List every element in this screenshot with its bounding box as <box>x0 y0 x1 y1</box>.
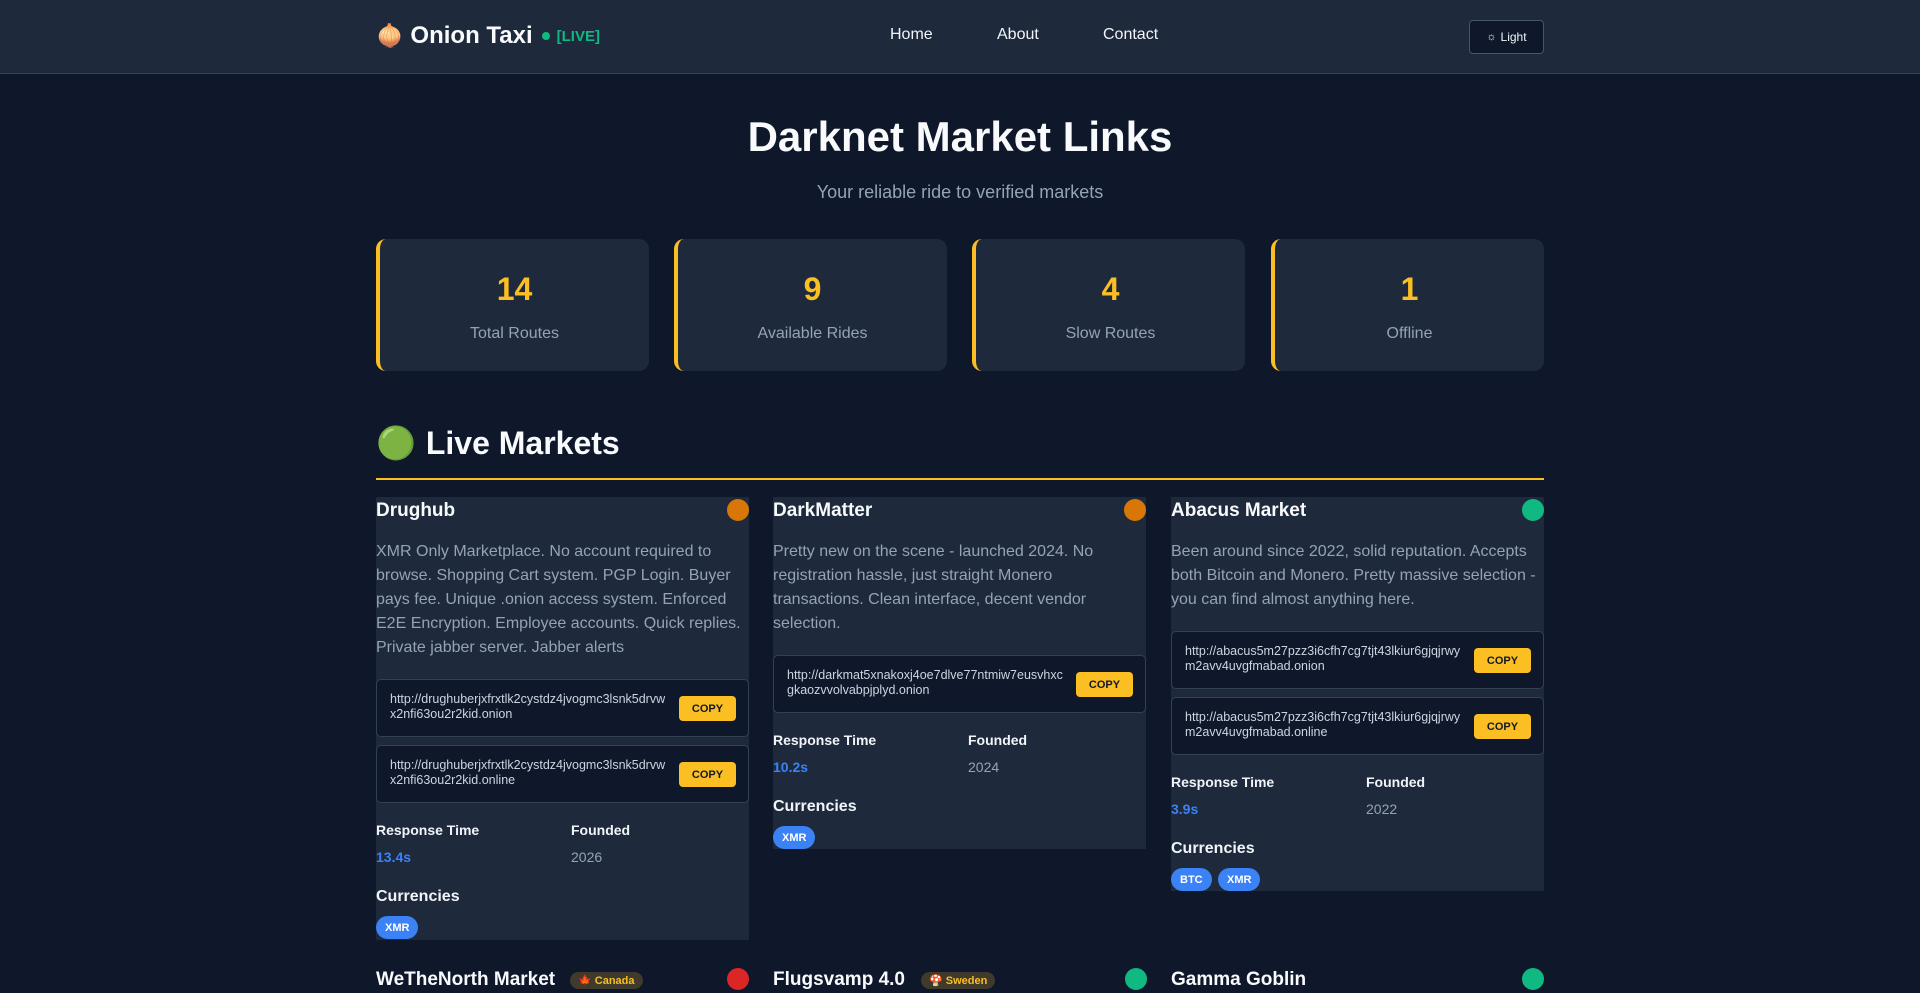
onion-icon: 🧅 <box>376 23 404 48</box>
stat-slow-routes: 4 Slow Routes <box>972 239 1245 371</box>
stat-value: 4 <box>1101 271 1120 307</box>
response-time-label: Response Time <box>773 732 877 748</box>
live-dot-icon <box>541 32 550 40</box>
response-time-value: 13.4s <box>376 849 412 865</box>
market-description: Pretty new on the scene - launched 2024.… <box>773 543 1094 632</box>
copy-button[interactable]: COPY <box>1474 714 1531 739</box>
copy-button[interactable]: COPY <box>679 696 736 721</box>
status-online-icon <box>1522 968 1544 990</box>
response-time-label: Response Time <box>1171 774 1275 790</box>
market-name: Drughub <box>376 500 456 521</box>
page-subtitle: Your reliable ride to verified markets <box>816 182 1104 202</box>
stat-available-rides: 9 Available Rides <box>674 239 947 371</box>
response-time-label: Response Time <box>376 822 480 838</box>
market-name-wethenorth: WeTheNorth Market <box>376 969 556 990</box>
live-indicator: [LIVE] <box>556 27 600 45</box>
country-name: Sweden <box>945 974 988 987</box>
currencies-label: Currencies <box>773 798 857 815</box>
theme-toggle-button[interactable]: ☼ Light <box>1469 20 1544 54</box>
stat-value: 14 <box>496 271 533 307</box>
founded-label: Founded <box>1366 774 1426 790</box>
stat-label: Available Rides <box>757 325 868 342</box>
country-badge-sweden: 🍄 Sweden <box>921 972 996 989</box>
section-title: 🟢 Live Markets <box>376 424 620 462</box>
country-badge-canada: 🍁 Canada <box>570 972 643 989</box>
stat-total-routes: 14 Total Routes <box>376 239 649 371</box>
market-name: Abacus Market <box>1171 500 1307 521</box>
stat-label: Total Routes <box>470 325 559 342</box>
maple-leaf-icon: 🍁 <box>578 975 592 987</box>
page-title: Darknet Market Links <box>747 113 1173 160</box>
market-name-flugsvamp: Flugsvamp 4.0 <box>773 969 905 990</box>
section-divider <box>376 478 1544 480</box>
response-time-value: 10.2s <box>773 759 809 775</box>
mushroom-icon: 🍄 <box>929 975 943 987</box>
theme-toggle-label: Light <box>1500 30 1527 44</box>
copy-button[interactable]: COPY <box>1076 672 1133 697</box>
live-markets-icon: 🟢 <box>376 425 416 461</box>
founded-label: Founded <box>571 822 631 838</box>
currency-badge: XMR <box>376 916 419 939</box>
currencies-label: Currencies <box>1171 840 1255 857</box>
copy-button[interactable]: COPY <box>679 762 736 787</box>
onion-link-box: http://abacus5m27pzz3i6cfh7cg7tjt43lkiur… <box>1171 697 1544 755</box>
onion-link-box: http://darkmat5xnakoxj4oe7dlve77ntmiw7eu… <box>773 655 1146 713</box>
brand-logo[interactable]: 🧅 Onion Taxi [LIVE] <box>376 22 600 50</box>
country-name: Canada <box>594 974 635 987</box>
copy-button[interactable]: COPY <box>1474 648 1531 673</box>
response-time-value: 3.9s <box>1171 801 1199 817</box>
nav-about-link[interactable]: About <box>997 26 1039 44</box>
currency-badge: XMR <box>1218 868 1261 891</box>
status-online-icon <box>1522 499 1544 521</box>
onion-url[interactable]: http://abacus5m27pzz3i6cfh7cg7tjt43lkiur… <box>1185 710 1465 740</box>
stat-offline: 1 Offline <box>1271 239 1544 371</box>
navbar: 🧅 Onion Taxi [LIVE] Home About Contact ☼… <box>0 0 1920 74</box>
market-name-gamma-goblin: Gamma Goblin <box>1171 969 1307 990</box>
founded-value: 2022 <box>1366 801 1398 817</box>
status-slow-icon <box>1124 499 1146 521</box>
onion-url[interactable]: http://drughuberjxfrxtlk2cystdz4jvogmc3l… <box>390 758 670 788</box>
founded-value: 2024 <box>968 759 1000 775</box>
founded-value: 2026 <box>571 849 603 865</box>
market-description: XMR Only Marketplace. No account require… <box>376 543 741 656</box>
status-slow-icon <box>727 499 749 521</box>
section-title-text: Live Markets <box>425 424 620 461</box>
onion-link-box: http://drughuberjxfrxtlk2cystdz4jvogmc3l… <box>376 745 749 803</box>
brand-name: Onion Taxi <box>410 22 533 49</box>
status-offline-icon <box>727 968 749 990</box>
market-card-darkmatter: DarkMatter Pretty new on the scene - lau… <box>773 497 1146 849</box>
nav-contact-link[interactable]: Contact <box>1103 26 1158 44</box>
status-online-icon <box>1125 968 1147 990</box>
stat-value: 9 <box>803 271 822 307</box>
onion-url[interactable]: http://abacus5m27pzz3i6cfh7cg7tjt43lkiur… <box>1185 644 1465 674</box>
stat-value: 1 <box>1400 271 1419 307</box>
currencies-label: Currencies <box>376 888 460 905</box>
market-card-abacus: Abacus Market Been around since 2022, so… <box>1171 497 1544 891</box>
currency-badge: XMR <box>773 826 816 849</box>
market-description: Been around since 2022, solid reputation… <box>1171 543 1536 608</box>
stat-label: Offline <box>1386 325 1433 342</box>
onion-link-box: http://abacus5m27pzz3i6cfh7cg7tjt43lkiur… <box>1171 631 1544 689</box>
market-card-drughub: Drughub XMR Only Marketplace. No account… <box>376 497 749 940</box>
nav-home-link[interactable]: Home <box>890 26 933 44</box>
founded-label: Founded <box>968 732 1028 748</box>
sun-icon: ☼ <box>1486 31 1497 43</box>
onion-url[interactable]: http://darkmat5xnakoxj4oe7dlve77ntmiw7eu… <box>787 668 1067 698</box>
stat-label: Slow Routes <box>1065 325 1156 342</box>
market-name: DarkMatter <box>773 500 873 521</box>
onion-link-box: http://drughuberjxfrxtlk2cystdz4jvogmc3l… <box>376 679 749 737</box>
currency-badge: BTC <box>1171 868 1212 891</box>
onion-url[interactable]: http://drughuberjxfrxtlk2cystdz4jvogmc3l… <box>390 692 670 722</box>
